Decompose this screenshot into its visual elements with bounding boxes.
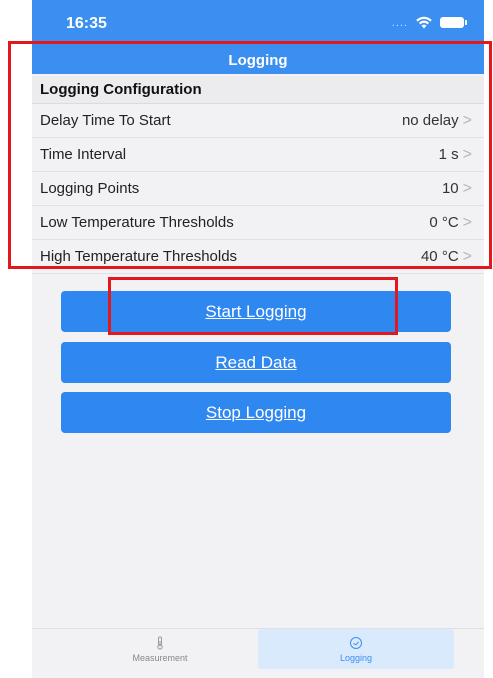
setting-label: Delay Time To Start (40, 112, 171, 129)
status-bar: 16:35 .... (32, 0, 484, 46)
setting-value: 40 °C (420, 248, 459, 265)
chevron-right-icon: > (462, 111, 472, 129)
setting-value: 1 s (438, 146, 459, 163)
setting-label: Low Temperature Thresholds (40, 214, 234, 231)
settings-list: Delay Time To Start no delay > Time Inte… (32, 104, 484, 274)
clock-icon (350, 636, 362, 649)
setting-time-interval[interactable]: Time Interval 1 s > (32, 138, 484, 172)
read-data-button[interactable]: Read Data (61, 342, 451, 383)
nav-title: Logging (32, 46, 484, 74)
setting-label: Time Interval (40, 146, 127, 163)
chevron-right-icon: > (462, 247, 472, 265)
setting-label: Logging Points (40, 180, 140, 197)
chevron-right-icon: > (462, 145, 472, 163)
setting-delay-time[interactable]: Delay Time To Start no delay > (32, 104, 484, 138)
tab-bar: Measurement Logging (32, 628, 484, 669)
setting-value: 10 (441, 180, 459, 197)
setting-label: High Temperature Thresholds (40, 248, 238, 265)
setting-high-threshold[interactable]: High Temperature Thresholds 40 °C > (32, 240, 484, 274)
tab-measurement[interactable]: Measurement (62, 629, 258, 669)
section-header: Logging Configuration (32, 76, 484, 104)
signal-icon: .... (391, 16, 408, 29)
tab-logging[interactable]: Logging (258, 629, 454, 669)
tab-label: Logging (339, 652, 373, 663)
tab-label: Measurement (132, 652, 188, 663)
setting-value: no delay (401, 112, 459, 129)
chevron-right-icon: > (462, 179, 472, 197)
stop-logging-button[interactable]: Stop Logging (61, 392, 451, 433)
wifi-icon (416, 16, 432, 29)
thermometer-icon (157, 636, 163, 650)
app-screen: 16:35 .... Logging Logging Configuration… (32, 0, 484, 678)
setting-value: 0 °C (429, 214, 459, 231)
setting-low-threshold[interactable]: Low Temperature Thresholds 0 °C > (32, 206, 484, 240)
setting-logging-points[interactable]: Logging Points 10 > (32, 172, 484, 206)
status-indicators: .... (391, 16, 467, 29)
start-logging-button[interactable]: Start Logging (61, 291, 451, 332)
battery-icon (440, 17, 467, 28)
chevron-right-icon: > (462, 213, 472, 231)
status-time: 16:35 (66, 15, 107, 32)
